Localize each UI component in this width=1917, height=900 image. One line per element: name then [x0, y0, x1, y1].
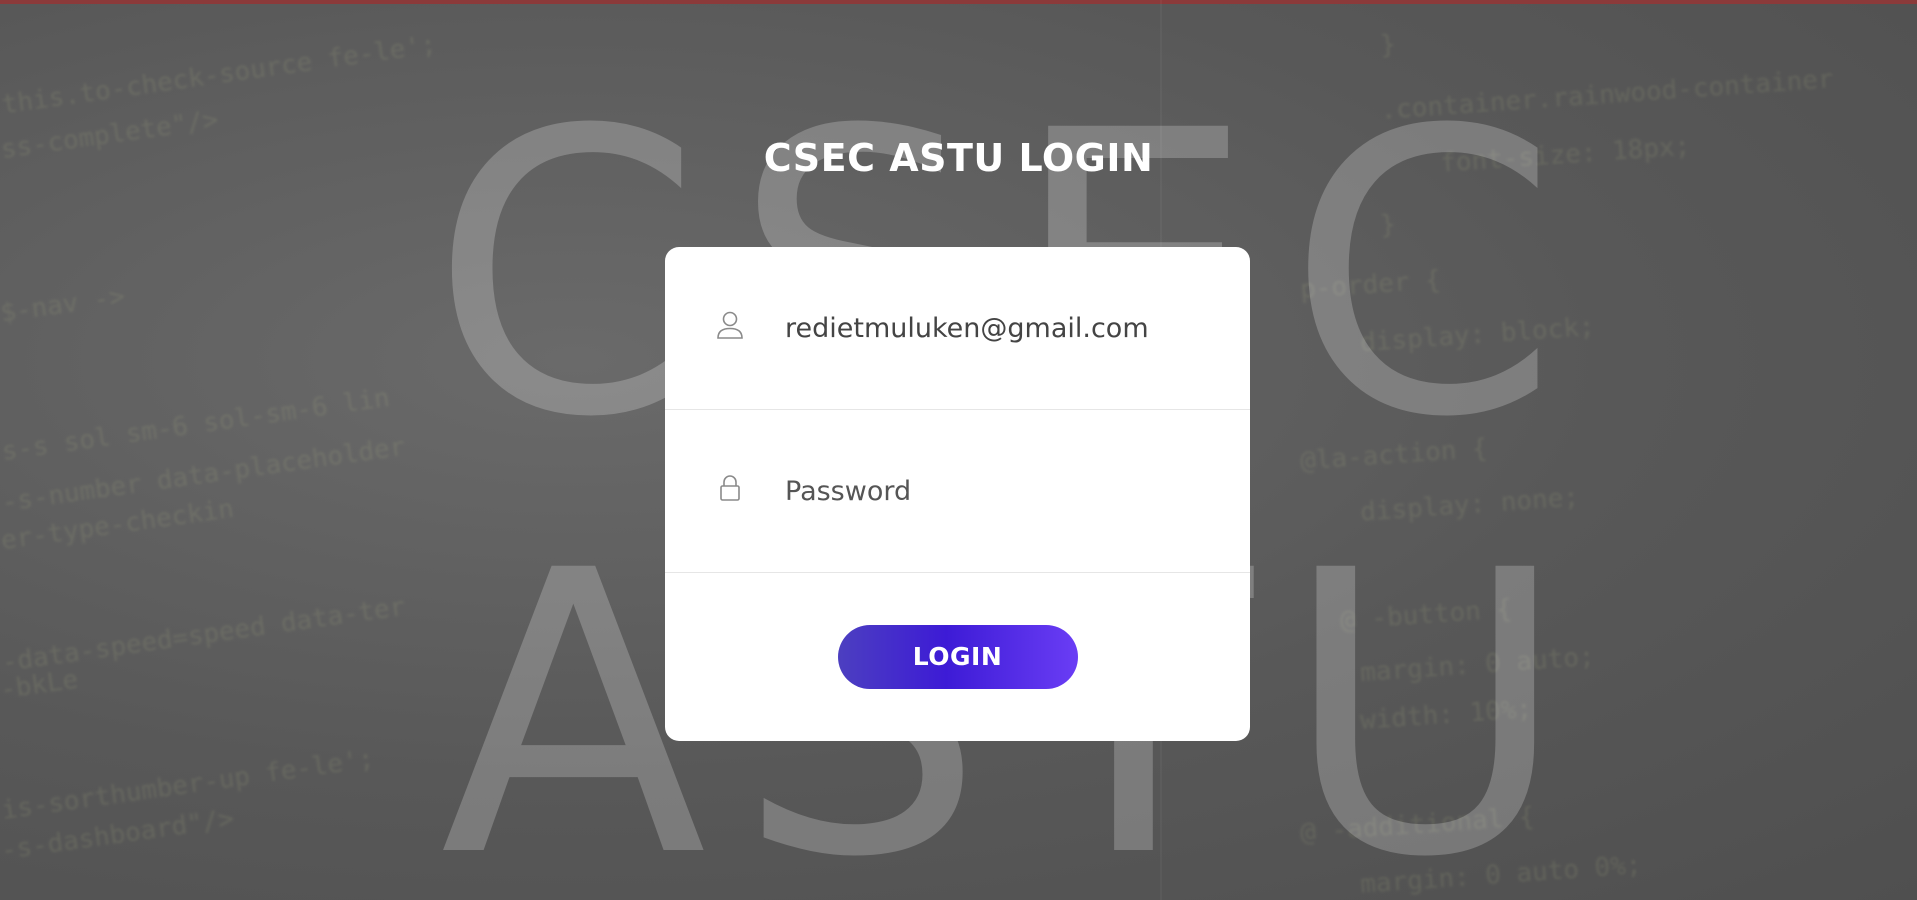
user-icon: [715, 310, 745, 340]
password-input[interactable]: [785, 469, 1220, 513]
password-field-row: [665, 410, 1250, 573]
email-input[interactable]: [785, 306, 1220, 350]
email-field-row: [665, 247, 1250, 410]
login-button[interactable]: LOGIN: [837, 624, 1078, 689]
background-code-line: -data-speed=speed data-ter: [0, 591, 408, 679]
background-code-line: $-nav ->: [0, 281, 127, 329]
background-code-line: this.to-check-source fe-le';: [0, 29, 439, 121]
page-title: CSEC ASTU LOGIN: [763, 136, 1154, 180]
login-card: LOGIN: [665, 247, 1250, 741]
submit-row: LOGIN: [665, 573, 1250, 740]
lock-icon: [715, 473, 745, 503]
top-accent-bar: [0, 0, 1917, 4]
